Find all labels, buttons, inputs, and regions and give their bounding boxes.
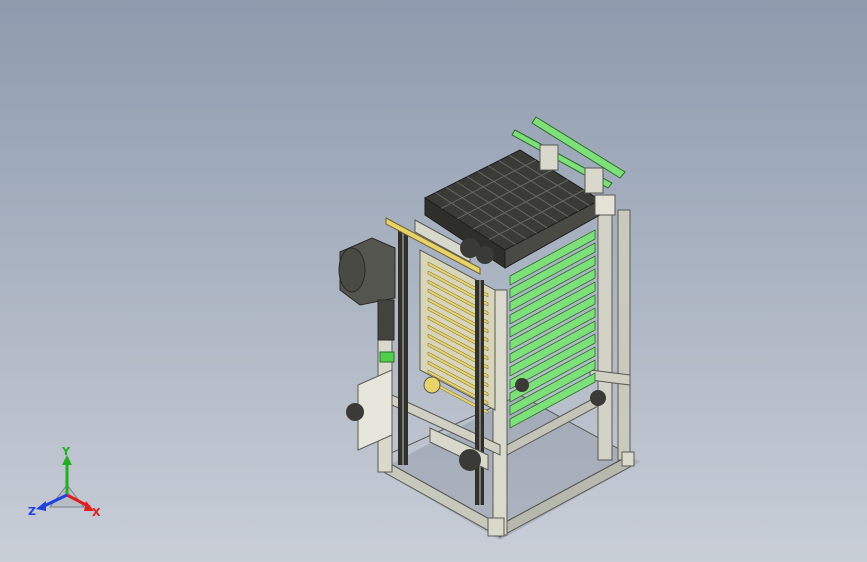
x-axis-label: X — [92, 506, 101, 519]
z-axis-arrow — [36, 501, 46, 511]
cad-model-assembly[interactable] — [0, 0, 867, 562]
sprocket — [515, 378, 529, 392]
frame-post-back-right — [597, 204, 613, 461]
orientation-triad[interactable]: Y X Z — [22, 445, 112, 525]
z-axis-label: Z — [28, 505, 36, 518]
graphics-viewport[interactable]: Y X Z — [0, 0, 867, 562]
gear-motor[interactable] — [338, 237, 396, 341]
y-axis-label: Y — [61, 445, 71, 458]
drive-chain-left — [398, 230, 408, 465]
frame-post-back-right-2 — [617, 209, 631, 461]
drive-chain-center — [475, 280, 484, 505]
sprocket — [590, 390, 606, 406]
